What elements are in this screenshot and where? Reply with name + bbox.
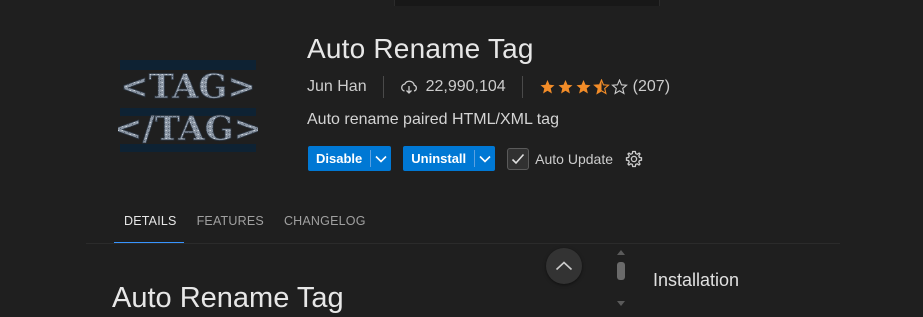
- detail-tabs: DETAILS FEATURES CHANGELOG: [114, 214, 376, 240]
- scroll-up-arrow-icon[interactable]: [617, 250, 625, 255]
- rating-stars[interactable]: (207): [539, 78, 670, 96]
- auto-update-checkbox[interactable]: [507, 147, 530, 170]
- extension-meta-row: Jun Han 22,990,104 (207): [307, 76, 670, 98]
- editor-tab-shade: [394, 0, 660, 6]
- cloud-download-icon: [400, 80, 417, 94]
- gear-icon[interactable]: [625, 150, 643, 168]
- scroll-down-arrow-icon[interactable]: [617, 301, 625, 306]
- logo-line-open: <TAG>: [120, 67, 256, 107]
- disable-dropdown-button[interactable]: [371, 146, 391, 171]
- auto-update-label[interactable]: Auto Update: [535, 151, 613, 167]
- disable-split-button: Disable: [308, 146, 392, 171]
- chevron-up-icon: [555, 261, 573, 271]
- scrollbar-thumb[interactable]: [617, 262, 625, 280]
- star-full-icon: [540, 80, 555, 94]
- checkmark-icon: [512, 153, 525, 164]
- extension-description: Auto rename paired HTML/XML tag: [307, 111, 559, 128]
- tabs-divider: [86, 243, 840, 244]
- readme-scrollbar[interactable]: [613, 248, 629, 317]
- star-empty-icon: [610, 79, 628, 95]
- chevron-down-icon: [375, 155, 387, 163]
- extension-logo: <TAG> </TAG>: [118, 60, 258, 152]
- tab-changelog[interactable]: CHANGELOG: [274, 214, 376, 240]
- disable-button[interactable]: Disable: [308, 146, 370, 171]
- uninstall-button[interactable]: Uninstall: [403, 146, 474, 171]
- uninstall-dropdown-button[interactable]: [475, 146, 495, 171]
- editor-top-strip: [0, 0, 923, 6]
- logo-line-close: </TAG>: [118, 109, 258, 149]
- tab-details[interactable]: DETAILS: [114, 214, 187, 240]
- install-count: 22,990,104: [425, 78, 506, 95]
- action-bar: Disable Uninstall Auto Update: [308, 146, 643, 171]
- meta-separator: [521, 76, 523, 98]
- rating-count: (207): [632, 78, 671, 95]
- star-full-icon: [558, 80, 573, 94]
- uninstall-split-button: Uninstall: [403, 146, 496, 171]
- chevron-down-icon: [479, 155, 491, 163]
- extension-title: Auto Rename Tag: [307, 33, 534, 64]
- publisher-link[interactable]: Jun Han: [307, 78, 367, 96]
- tab-features[interactable]: FEATURES: [187, 214, 274, 240]
- sidebar-installation-heading: Installation: [653, 270, 740, 290]
- meta-separator: [382, 76, 384, 98]
- scroll-to-top-button[interactable]: [546, 248, 582, 284]
- star-full-icon: [576, 80, 591, 94]
- star-half-icon: [592, 79, 610, 95]
- readme-heading: Auto Rename Tag: [112, 282, 344, 314]
